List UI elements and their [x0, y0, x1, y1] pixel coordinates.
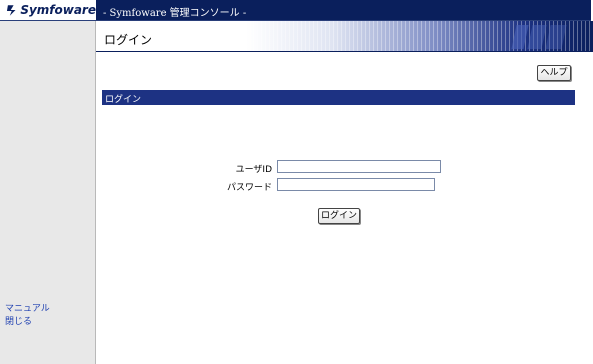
login-button[interactable]: ログイン	[318, 208, 360, 224]
help-button[interactable]: ヘルプ	[537, 65, 571, 81]
page-header-divider	[96, 51, 593, 52]
sidebar: マニュアル 閉じる	[0, 21, 96, 364]
password-label: パスワード	[226, 183, 272, 193]
app-title: - Symfoware 管理コンソール -	[103, 8, 247, 19]
section-title: ログイン	[105, 95, 142, 105]
page-title: ログイン	[104, 33, 153, 47]
logo-text: Symfoware	[20, 3, 96, 17]
sidebar-link-manual[interactable]: マニュアル	[5, 301, 50, 314]
symfoware-logo-icon	[6, 5, 16, 16]
password-input[interactable]	[277, 178, 435, 191]
top-banner: Symfoware - Symfoware 管理コンソール -	[0, 0, 591, 21]
user-id-input[interactable]	[277, 160, 441, 173]
section-bar: ログイン	[102, 90, 575, 105]
user-id-label: ユーザID	[235, 165, 272, 175]
page-header: ログイン	[96, 21, 593, 51]
sidebar-link-close[interactable]: 閉じる	[5, 314, 32, 327]
symfoware-logo: Symfoware	[0, 0, 96, 20]
